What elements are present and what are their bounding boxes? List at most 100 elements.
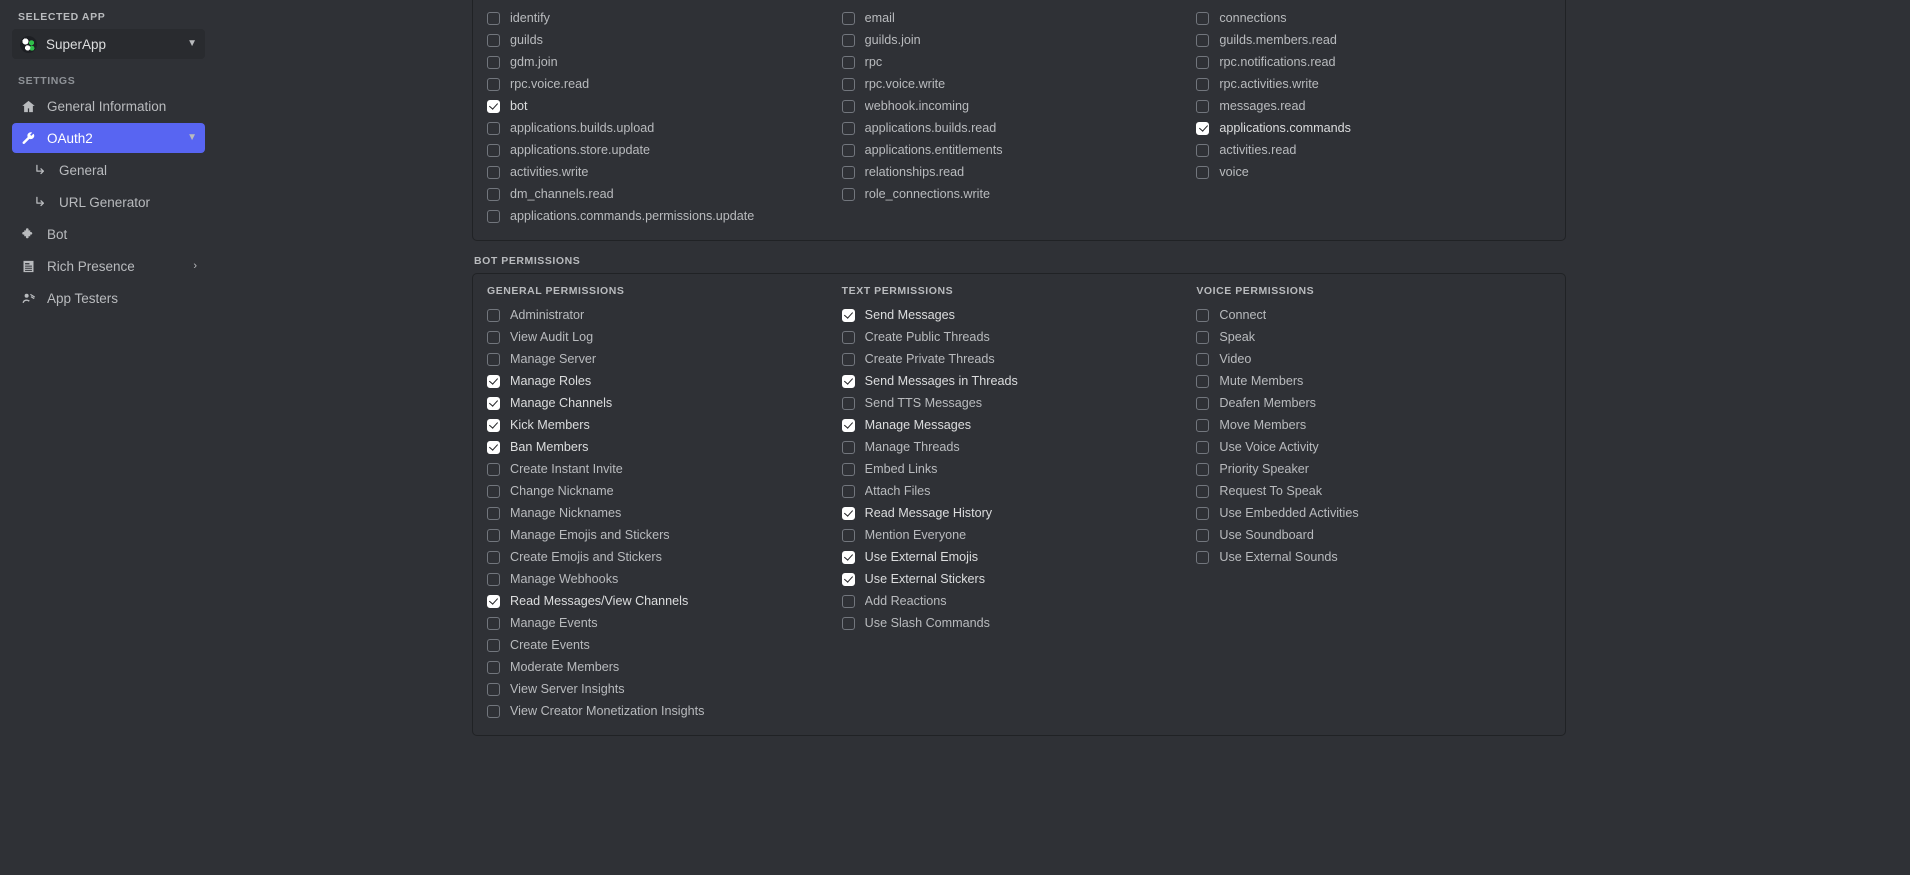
checkbox-unchecked-icon[interactable]	[1196, 143, 1210, 157]
checkbox-checked-icon[interactable]	[841, 374, 855, 388]
sidebar-item-general-information[interactable]: General Information	[12, 91, 205, 121]
checkbox-row[interactable]: applications.builds.read	[841, 117, 1197, 139]
checkbox-row[interactable]: Create Public Threads	[841, 326, 1197, 348]
checkbox-unchecked-icon[interactable]	[841, 616, 855, 630]
checkbox-row[interactable]: activities.read	[1196, 139, 1551, 161]
checkbox-unchecked-icon[interactable]	[841, 462, 855, 476]
checkbox-unchecked-icon[interactable]	[487, 143, 500, 157]
checkbox-checked-icon[interactable]	[487, 440, 500, 454]
checkbox-unchecked-icon[interactable]	[1196, 99, 1210, 113]
checkbox-row[interactable]: identify	[487, 7, 842, 29]
checkbox-unchecked-icon[interactable]	[841, 484, 855, 498]
checkbox-unchecked-icon[interactable]	[841, 33, 855, 47]
checkbox-row[interactable]: bot	[487, 95, 842, 117]
checkbox-unchecked-icon[interactable]	[841, 352, 855, 366]
checkbox-row[interactable]: Create Private Threads	[841, 348, 1197, 370]
checkbox-row[interactable]: Create Instant Invite	[487, 458, 842, 480]
checkbox-unchecked-icon[interactable]	[841, 11, 855, 25]
checkbox-row[interactable]: Use Embedded Activities	[1196, 502, 1551, 524]
checkbox-row[interactable]: Speak	[1196, 326, 1551, 348]
checkbox-unchecked-icon[interactable]	[1196, 396, 1210, 410]
app-selector[interactable]: SuperApp ▼	[12, 29, 205, 59]
checkbox-unchecked-icon[interactable]	[487, 352, 500, 366]
checkbox-unchecked-icon[interactable]	[487, 682, 500, 696]
checkbox-checked-icon[interactable]	[487, 99, 500, 113]
checkbox-row[interactable]: Embed Links	[841, 458, 1197, 480]
checkbox-row[interactable]: Send Messages in Threads	[841, 370, 1197, 392]
checkbox-unchecked-icon[interactable]	[1196, 55, 1210, 69]
checkbox-unchecked-icon[interactable]	[1196, 462, 1210, 476]
checkbox-row[interactable]: Moderate Members	[487, 656, 842, 678]
checkbox-unchecked-icon[interactable]	[1196, 484, 1210, 498]
checkbox-unchecked-icon[interactable]	[841, 187, 855, 201]
checkbox-unchecked-icon[interactable]	[1196, 11, 1210, 25]
checkbox-unchecked-icon[interactable]	[487, 704, 500, 718]
checkbox-row[interactable]: Read Messages/View Channels	[487, 590, 842, 612]
checkbox-unchecked-icon[interactable]	[487, 638, 500, 652]
checkbox-row[interactable]: applications.entitlements	[841, 139, 1197, 161]
checkbox-unchecked-icon[interactable]	[1196, 308, 1210, 322]
checkbox-unchecked-icon[interactable]	[1196, 418, 1210, 432]
checkbox-row[interactable]: Mute Members	[1196, 370, 1551, 392]
checkbox-unchecked-icon[interactable]	[841, 99, 855, 113]
checkbox-checked-icon[interactable]	[841, 418, 855, 432]
checkbox-unchecked-icon[interactable]	[487, 550, 500, 564]
checkbox-unchecked-icon[interactable]	[1196, 374, 1210, 388]
checkbox-row[interactable]: Request To Speak	[1196, 480, 1551, 502]
checkbox-row[interactable]: Manage Webhooks	[487, 568, 842, 590]
checkbox-unchecked-icon[interactable]	[841, 396, 855, 410]
checkbox-row[interactable]: Manage Emojis and Stickers	[487, 524, 842, 546]
checkbox-checked-icon[interactable]	[487, 374, 500, 388]
checkbox-row[interactable]: guilds.join	[841, 29, 1197, 51]
checkbox-unchecked-icon[interactable]	[487, 209, 500, 223]
checkbox-unchecked-icon[interactable]	[487, 187, 500, 201]
checkbox-unchecked-icon[interactable]	[841, 55, 855, 69]
checkbox-row[interactable]: applications.store.update	[487, 139, 842, 161]
checkbox-unchecked-icon[interactable]	[841, 143, 855, 157]
checkbox-row[interactable]: relationships.read	[841, 161, 1197, 183]
checkbox-row[interactable]: Send Messages	[841, 304, 1197, 326]
checkbox-row[interactable]: rpc.voice.write	[841, 73, 1197, 95]
checkbox-row[interactable]: Use Voice Activity	[1196, 436, 1551, 458]
checkbox-row[interactable]: Use Soundboard	[1196, 524, 1551, 546]
checkbox-row[interactable]: Priority Speaker	[1196, 458, 1551, 480]
checkbox-unchecked-icon[interactable]	[487, 77, 500, 91]
checkbox-row[interactable]: webhook.incoming	[841, 95, 1197, 117]
checkbox-row[interactable]: gdm.join	[487, 51, 842, 73]
checkbox-unchecked-icon[interactable]	[1196, 352, 1210, 366]
checkbox-row[interactable]: Create Emojis and Stickers	[487, 546, 842, 568]
checkbox-row[interactable]: Manage Server	[487, 348, 842, 370]
checkbox-row[interactable]: guilds.members.read	[1196, 29, 1551, 51]
checkbox-checked-icon[interactable]	[841, 572, 855, 586]
checkbox-unchecked-icon[interactable]	[487, 308, 500, 322]
checkbox-row[interactable]: Manage Roles	[487, 370, 842, 392]
checkbox-unchecked-icon[interactable]	[1196, 77, 1210, 91]
checkbox-row[interactable]: activities.write	[487, 161, 842, 183]
checkbox-unchecked-icon[interactable]	[487, 484, 500, 498]
checkbox-row[interactable]: messages.read	[1196, 95, 1551, 117]
checkbox-row[interactable]: applications.commands.permissions.update	[487, 205, 842, 227]
checkbox-row[interactable]: Use External Sounds	[1196, 546, 1551, 568]
checkbox-row[interactable]: Use External Emojis	[841, 546, 1197, 568]
checkbox-unchecked-icon[interactable]	[1196, 330, 1210, 344]
checkbox-row[interactable]: Manage Threads	[841, 436, 1197, 458]
checkbox-checked-icon[interactable]	[1196, 121, 1210, 135]
checkbox-row[interactable]: Mention Everyone	[841, 524, 1197, 546]
checkbox-row[interactable]: View Creator Monetization Insights	[487, 700, 842, 722]
checkbox-row[interactable]: Move Members	[1196, 414, 1551, 436]
checkbox-row[interactable]: rpc	[841, 51, 1197, 73]
checkbox-unchecked-icon[interactable]	[487, 660, 500, 674]
sidebar-item-oauth2[interactable]: OAuth2 ▼	[12, 123, 205, 153]
checkbox-row[interactable]: View Server Insights	[487, 678, 842, 700]
checkbox-row[interactable]: Video	[1196, 348, 1551, 370]
sidebar-subitem-general[interactable]: General	[12, 155, 205, 185]
checkbox-unchecked-icon[interactable]	[487, 616, 500, 630]
checkbox-row[interactable]: Attach Files	[841, 480, 1197, 502]
checkbox-checked-icon[interactable]	[487, 418, 500, 432]
checkbox-row[interactable]: guilds	[487, 29, 842, 51]
checkbox-unchecked-icon[interactable]	[487, 528, 500, 542]
checkbox-row[interactable]: Kick Members	[487, 414, 842, 436]
checkbox-checked-icon[interactable]	[841, 308, 855, 322]
checkbox-checked-icon[interactable]	[487, 396, 500, 410]
checkbox-unchecked-icon[interactable]	[1196, 33, 1210, 47]
